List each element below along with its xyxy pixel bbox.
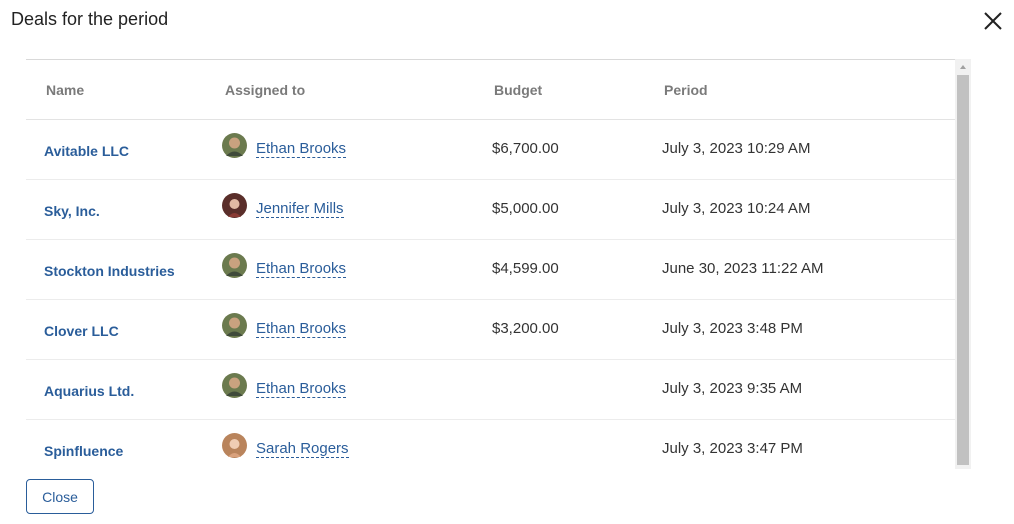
deal-name-link[interactable]: Spinfluence <box>44 443 123 459</box>
assignee-link[interactable]: Ethan Brooks <box>256 320 347 338</box>
table-row[interactable]: Spinfluence Sarah Rogers July 3, 2023 3:… <box>26 420 955 469</box>
avatar <box>222 433 247 458</box>
column-header-budget[interactable]: Budget <box>494 82 542 98</box>
table-row[interactable]: Sky, Inc. Jennifer Mills $5,000.00 July … <box>26 180 955 240</box>
avatar <box>222 133 247 158</box>
scroll-up-arrow-icon[interactable] <box>955 59 971 75</box>
deal-name-link[interactable]: Aquarius Ltd. <box>44 383 134 399</box>
table-row[interactable]: Avitable LLC Ethan Brooks $6,700.00 July… <box>26 120 955 180</box>
budget-value: $4,599.00 <box>492 260 559 277</box>
budget-value: $6,700.00 <box>492 140 559 157</box>
table-row[interactable]: Aquarius Ltd. Ethan Brooks July 3, 2023 … <box>26 360 955 420</box>
deals-table: Name Assigned to Budget Period Avitable … <box>26 59 955 469</box>
period-value: July 3, 2023 10:29 AM <box>662 140 811 157</box>
period-value: June 30, 2023 11:22 AM <box>662 260 824 277</box>
deal-name-link[interactable]: Clover LLC <box>44 323 119 339</box>
period-value: July 3, 2023 3:47 PM <box>662 440 803 457</box>
assignee-link[interactable]: Ethan Brooks <box>256 380 347 398</box>
period-value: July 3, 2023 9:35 AM <box>662 380 803 397</box>
column-header-name[interactable]: Name <box>46 82 84 98</box>
assignee-link[interactable]: Sarah Rogers <box>256 440 349 458</box>
assignee-link[interactable]: Jennifer Mills <box>256 200 344 218</box>
period-value: July 3, 2023 3:48 PM <box>662 320 803 337</box>
assignee-link[interactable]: Ethan Brooks <box>256 140 347 158</box>
vertical-scrollbar[interactable] <box>955 59 971 469</box>
avatar <box>222 253 247 278</box>
table-row[interactable]: Clover LLC Ethan Brooks $3,200.00 July 3… <box>26 300 955 360</box>
close-button[interactable]: Close <box>26 479 94 514</box>
dialog-title: Deals for the period <box>11 9 169 29</box>
budget-value: $3,200.00 <box>492 320 559 337</box>
deal-name-link[interactable]: Sky, Inc. <box>44 203 100 219</box>
scrollbar-thumb[interactable] <box>957 75 969 465</box>
close-icon[interactable] <box>982 10 1004 32</box>
table-row[interactable]: Stockton Industries Ethan Brooks $4,599.… <box>26 240 955 300</box>
avatar <box>222 373 247 398</box>
deal-name-link[interactable]: Stockton Industries <box>44 263 175 279</box>
table-header: Name Assigned to Budget Period <box>26 60 955 120</box>
avatar <box>222 313 247 338</box>
assignee-link[interactable]: Ethan Brooks <box>256 260 347 278</box>
avatar <box>222 193 247 218</box>
budget-value: $5,000.00 <box>492 200 559 217</box>
deal-name-link[interactable]: Avitable LLC <box>44 143 129 159</box>
period-value: July 3, 2023 10:24 AM <box>662 200 811 217</box>
column-header-assigned[interactable]: Assigned to <box>225 82 305 98</box>
column-header-period[interactable]: Period <box>664 82 708 98</box>
